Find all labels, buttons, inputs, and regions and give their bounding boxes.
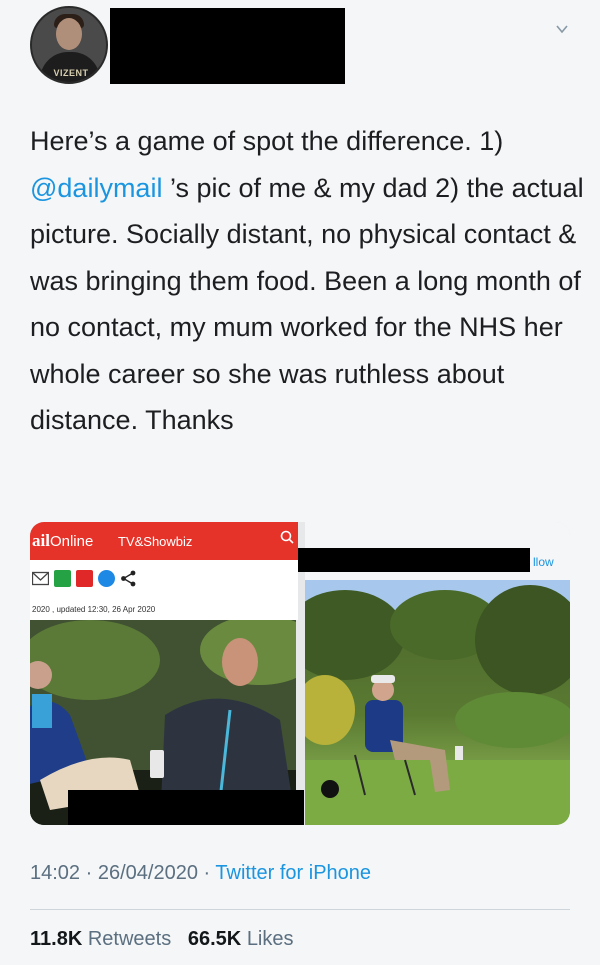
retweets-label[interactable]: Retweets — [88, 928, 171, 950]
redacted-right-account — [298, 548, 530, 572]
tweet-stats: 11.8K Retweets 66.5K Likes — [30, 928, 294, 951]
tweet-date[interactable]: 26/04/2020 — [98, 862, 198, 884]
tweet-source-link[interactable]: Twitter for iPhone — [215, 862, 371, 884]
dailymail-brand: ailOnline — [32, 531, 94, 550]
email-icon — [32, 571, 49, 586]
avatar[interactable]: VIZENT — [30, 6, 108, 84]
meta-separator: · — [85, 862, 93, 884]
tweet-meta: 14:02 · 26/04/2020 · Twitter for iPhone — [30, 862, 371, 885]
person-icon — [321, 780, 339, 798]
tweet-time: 14:02 — [30, 862, 81, 884]
tweet-text-start: Here’s a game of spot the difference. 1) — [30, 126, 504, 156]
likes-count[interactable]: 66.5K — [188, 928, 241, 950]
redacted-photo-caption — [68, 790, 304, 825]
tweet-media[interactable]: ailOnline TV&Showbiz 2020 , updated 12:3… — [30, 522, 570, 825]
messenger-icon — [98, 570, 115, 587]
meta-separator: · — [203, 862, 211, 884]
tweet-text-end: ’s pic of me & my dad 2) the actual pict… — [30, 172, 584, 436]
actual-photo — [305, 580, 570, 825]
dailymail-date: 2020 , updated 12:30, 26 Apr 2020 — [30, 600, 298, 620]
whatsapp-icon — [54, 570, 71, 587]
tweet-text: Here’s a game of spot the difference. 1)… — [30, 118, 585, 444]
actual-photo-art — [305, 580, 570, 825]
dailymail-section: TV&Showbiz — [118, 534, 193, 549]
avatar-face — [56, 18, 82, 50]
dailymail-share-bar — [30, 560, 298, 600]
redacted-username — [110, 8, 345, 84]
divider — [30, 909, 570, 910]
likes-label[interactable]: Likes — [247, 928, 294, 950]
follow-label[interactable]: llow — [533, 555, 554, 569]
share-icon — [121, 570, 136, 587]
mention-link[interactable]: @dailymail — [30, 173, 162, 203]
flipboard-icon — [76, 570, 93, 587]
retweets-count[interactable]: 11.8K — [30, 928, 82, 950]
avatar-shirt-text: VIZENT — [53, 68, 89, 78]
search-icon — [280, 530, 294, 544]
dailymail-header: ailOnline TV&Showbiz — [30, 522, 298, 560]
chevron-down-icon[interactable] — [555, 22, 569, 36]
